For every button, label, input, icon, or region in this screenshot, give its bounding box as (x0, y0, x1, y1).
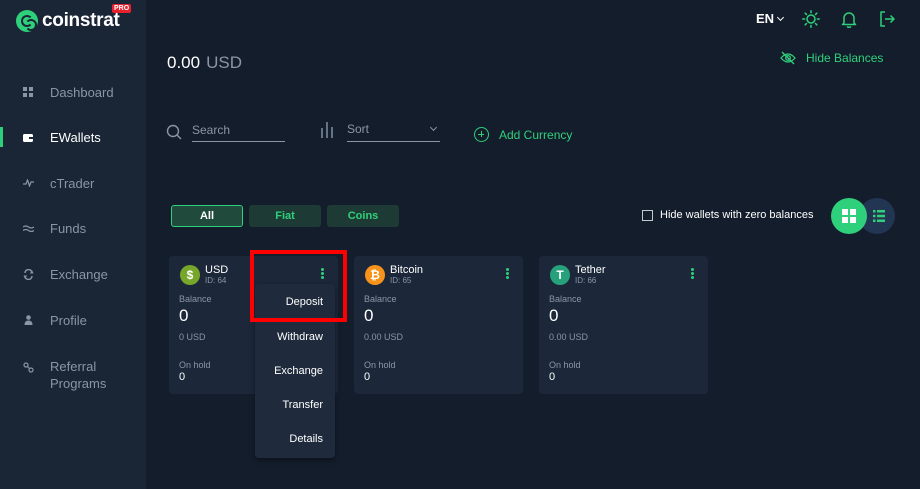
on-hold-value: 0 (179, 371, 186, 383)
funds-icon (22, 222, 34, 234)
wallet-name: USD (205, 264, 229, 276)
sidebar-item-label: EWallets (50, 129, 101, 145)
sidebar-item-label: Referral Programs (50, 359, 107, 391)
plus-circle-icon (474, 127, 489, 142)
wallet-actions-menu: Deposit Withdraw Exchange Transfer Detai… (255, 284, 335, 458)
tether-coin-icon: T (550, 265, 570, 285)
sort-select[interactable]: Sort (320, 120, 440, 142)
filter-tab-fiat[interactable]: Fiat (249, 205, 321, 227)
wallet-id: ID: 64 (205, 276, 227, 285)
sidebar-item-exchange[interactable]: Exchange (0, 259, 146, 289)
wallet-icon (22, 131, 34, 143)
language-selector[interactable]: EN (756, 11, 785, 26)
hide-zero-balances-label: Hide wallets with zero balances (660, 209, 814, 221)
checkbox-box[interactable] (642, 209, 653, 221)
search-field[interactable]: Search (166, 120, 285, 142)
bell-icon[interactable] (840, 10, 858, 29)
on-hold-value: 0 (364, 371, 371, 383)
add-currency-label: Add Currency (499, 127, 573, 142)
exchange-icon (22, 268, 34, 280)
sidebar-item-label: cTrader (50, 175, 95, 191)
bitcoin-coin-icon: ₿ (365, 265, 385, 285)
total-balance-value: 0.00 (167, 53, 201, 72)
search-icon (166, 124, 182, 140)
filter-tab-coins[interactable]: Coins (327, 205, 399, 227)
wallet-card-bitcoin[interactable]: ₿ Bitcoin ID: 65 Balance 0 0.00 USD On h… (354, 256, 523, 394)
wallet-id: ID: 66 (575, 276, 597, 285)
user-icon (22, 314, 34, 326)
grid-view-button[interactable] (831, 198, 867, 234)
list-icon (873, 210, 885, 222)
balance-label: Balance (549, 294, 582, 304)
balance-value: 0 (179, 306, 189, 325)
menu-item-exchange[interactable]: Exchange (255, 354, 335, 388)
pro-badge: PRO (112, 4, 132, 13)
bar-chart-icon (321, 122, 333, 138)
grid-icon (22, 86, 34, 98)
view-toggle (831, 198, 895, 234)
total-balance-currency: USD (206, 53, 242, 72)
menu-item-transfer[interactable]: Transfer (255, 388, 335, 422)
sidebar-item-label: Profile (50, 312, 87, 328)
sidebar-item-label: Dashboard (50, 84, 114, 100)
hide-balances-button[interactable]: Hide Balances (780, 51, 883, 65)
wallet-name: Bitcoin (390, 264, 424, 276)
more-vertical-icon[interactable] (506, 268, 509, 279)
menu-item-withdraw[interactable]: Withdraw (255, 320, 335, 354)
wallet-card-tether[interactable]: T Tether ID: 66 Balance 0 0.00 USD On ho… (539, 256, 708, 394)
on-hold-value: 0 (549, 371, 556, 383)
add-currency-button[interactable]: Add Currency (474, 127, 572, 142)
theme-toggle-sun-icon[interactable] (802, 10, 820, 28)
hide-balances-label: Hide Balances (806, 51, 884, 65)
logo[interactable]: coinstrat (16, 10, 120, 32)
chevron-down-icon (777, 13, 785, 21)
logo-icon (16, 10, 38, 32)
total-balance: 0.00 USD (167, 53, 242, 73)
brand-name: coinstrat (42, 10, 120, 31)
referral-icon (22, 361, 34, 373)
sidebar-item-dashboard[interactable]: Dashboard (0, 77, 146, 107)
sidebar: coinstrat PRO Dashboard EWallets cTrader… (0, 0, 146, 489)
wallet-id: ID: 65 (390, 276, 412, 285)
balance-usd: 0 USD (179, 332, 206, 342)
menu-item-deposit[interactable]: Deposit (255, 285, 335, 319)
filter-tab-all[interactable]: All (171, 205, 243, 227)
on-hold-label: On hold (364, 360, 396, 370)
sidebar-item-ctrader[interactable]: cTrader (0, 168, 146, 198)
chart-icon (22, 177, 34, 189)
on-hold-label: On hold (179, 360, 211, 370)
more-vertical-icon[interactable] (691, 268, 694, 279)
balance-value: 0 (364, 306, 374, 325)
search-input[interactable]: Search (192, 120, 285, 142)
eye-off-icon (780, 51, 796, 65)
hide-zero-balances-checkbox[interactable]: Hide wallets with zero balances (642, 209, 813, 221)
usd-coin-icon: $ (180, 265, 200, 285)
wallet-name: Tether (575, 264, 606, 276)
balance-label: Balance (364, 294, 397, 304)
logout-icon[interactable] (878, 10, 896, 28)
balance-usd: 0.00 USD (549, 332, 589, 342)
sidebar-item-ewallets[interactable]: EWallets (0, 122, 146, 152)
sort-input[interactable]: Sort (347, 120, 440, 142)
balance-usd: 0.00 USD (364, 332, 404, 342)
language-value: EN (756, 11, 775, 26)
sidebar-item-referral-programs[interactable]: Referral Programs (0, 356, 146, 396)
sidebar-item-label: Exchange (50, 266, 108, 282)
more-vertical-icon[interactable] (321, 268, 324, 279)
balance-value: 0 (549, 306, 559, 325)
sidebar-item-label: Funds (50, 220, 87, 236)
menu-item-details[interactable]: Details (255, 422, 335, 456)
sidebar-item-funds[interactable]: Funds (0, 213, 146, 243)
sidebar-item-profile[interactable]: Profile (0, 305, 146, 335)
balance-label: Balance (179, 294, 212, 304)
on-hold-label: On hold (549, 360, 581, 370)
grid-icon (842, 209, 856, 223)
